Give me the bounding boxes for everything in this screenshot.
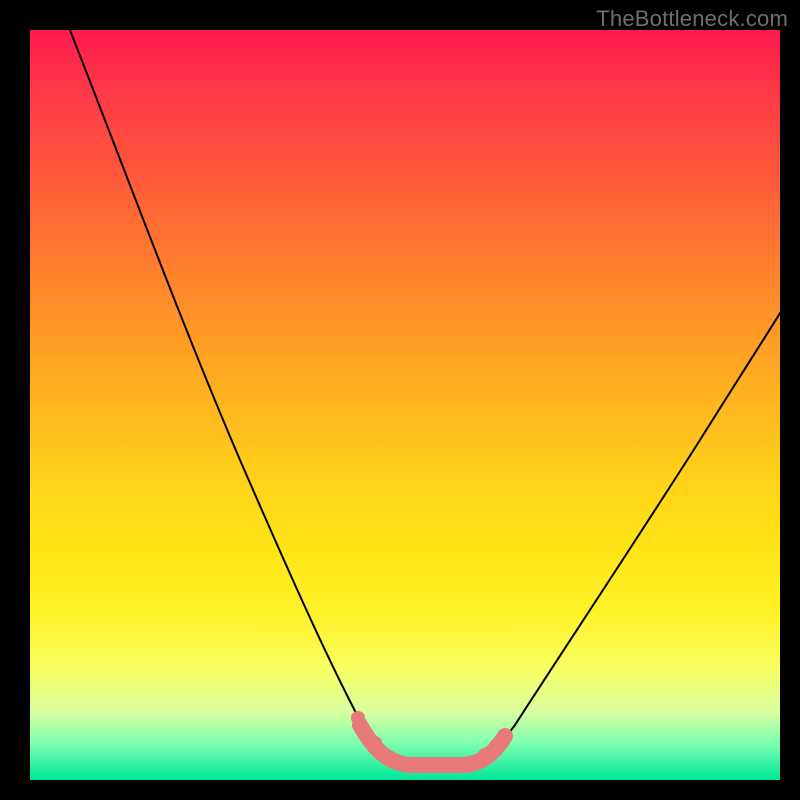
bottleneck-curve [68,30,780,762]
highlight-dot [368,736,382,750]
watermark-source: TheBottleneck.com [596,6,788,32]
highlight-dot [497,729,511,743]
chart-plot-area [30,30,780,780]
chart-svg [30,30,780,780]
highlight-dot [478,748,492,762]
highlight-dot [381,750,395,764]
highlight-dot [351,711,365,725]
